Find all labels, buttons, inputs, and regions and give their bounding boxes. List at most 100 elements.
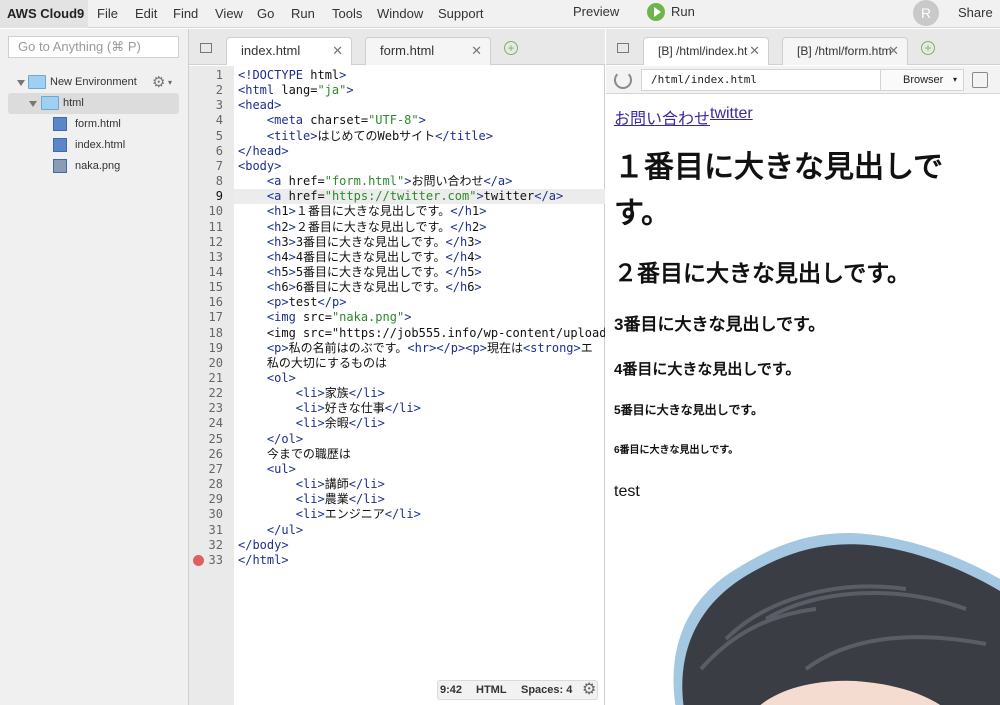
menu-run[interactable]: Run bbox=[291, 0, 315, 28]
chevron-down-icon[interactable] bbox=[29, 101, 37, 107]
line-number[interactable]: 11 bbox=[189, 220, 223, 235]
line-number[interactable]: 12 bbox=[189, 235, 223, 250]
pop-out-icon[interactable] bbox=[972, 72, 988, 88]
tree-item-form-html[interactable]: form.html bbox=[8, 114, 179, 135]
code-line[interactable]: 今までの職歴は bbox=[238, 447, 351, 462]
caret-down-icon[interactable]: ▾ bbox=[168, 72, 172, 93]
cursor-position[interactable]: 9:42 bbox=[440, 681, 462, 699]
code-line[interactable]: <li>好きな仕事</li> bbox=[238, 401, 421, 416]
code-line[interactable]: <h2>２番目に大きな見出しです。</h2> bbox=[238, 220, 487, 235]
menu-window[interactable]: Window bbox=[377, 0, 423, 28]
code-line[interactable]: </head> bbox=[238, 144, 289, 159]
tab-index-html[interactable]: index.html ✕ bbox=[226, 37, 352, 65]
code-line[interactable]: <head> bbox=[238, 98, 281, 113]
code-line[interactable]: <img src="https://job555.info/wp-content… bbox=[238, 326, 605, 341]
line-number[interactable]: 29 bbox=[189, 492, 223, 507]
line-number[interactable]: 15 bbox=[189, 280, 223, 295]
code-line[interactable]: <li>エンジニア</li> bbox=[238, 507, 421, 522]
code-line[interactable]: <html lang="ja"> bbox=[238, 83, 354, 98]
code-line[interactable]: <h4>4番目に大きな見出しです。</h4> bbox=[238, 250, 482, 265]
line-number[interactable]: 23 bbox=[189, 401, 223, 416]
line-number[interactable]: 7 bbox=[189, 159, 223, 174]
line-number[interactable]: 3 bbox=[189, 98, 223, 113]
go-to-anything-input[interactable]: Go to Anything (⌘ P) bbox=[8, 36, 179, 58]
line-number[interactable]: 10 bbox=[189, 204, 223, 219]
line-number[interactable]: 19 bbox=[189, 341, 223, 356]
line-number[interactable]: 30 bbox=[189, 507, 223, 522]
code-line[interactable]: <li>家族</li> bbox=[238, 386, 385, 401]
tree-item-index-html[interactable]: index.html bbox=[8, 135, 179, 156]
line-number[interactable]: 8 bbox=[189, 174, 223, 189]
line-number[interactable]: 6 bbox=[189, 144, 223, 159]
code-line[interactable]: <p>test</p> bbox=[238, 295, 347, 310]
line-number[interactable]: 14 bbox=[189, 265, 223, 280]
line-number[interactable]: 22 bbox=[189, 386, 223, 401]
code-line[interactable]: </ul> bbox=[238, 523, 303, 538]
line-number[interactable]: 32 bbox=[189, 538, 223, 553]
code-area[interactable]: <!DOCTYPE html> <html lang="ja"> <head> <m… bbox=[234, 66, 605, 705]
code-line[interactable]: <!DOCTYPE html> bbox=[238, 68, 346, 83]
menu-find[interactable]: Find bbox=[173, 0, 198, 28]
code-line[interactable]: <h3>3番目に大きな見出しです。</h3> bbox=[238, 235, 482, 250]
line-number[interactable]: 2 bbox=[189, 83, 223, 98]
code-line[interactable]: <li>農業</li> bbox=[238, 492, 385, 507]
code-line[interactable]: </body> bbox=[238, 538, 289, 553]
browser-dropdown[interactable]: Browser ▾ bbox=[880, 69, 964, 91]
reload-icon[interactable] bbox=[614, 71, 632, 89]
code-line[interactable]: 私の大切にするものは bbox=[238, 356, 387, 371]
code-line[interactable]: <title>はじめてのWebサイト</title> bbox=[238, 129, 493, 144]
menu-tools[interactable]: Tools bbox=[332, 0, 362, 28]
gear-icon[interactable]: ⚙ bbox=[152, 72, 165, 93]
code-line[interactable]: <h5>5番目に大きな見出しです。</h5> bbox=[238, 265, 482, 280]
code-line[interactable]: </ol> bbox=[238, 432, 303, 447]
language-mode[interactable]: HTML bbox=[476, 681, 507, 699]
code-line[interactable]: <ol> bbox=[238, 371, 296, 386]
add-tab-icon[interactable]: + bbox=[921, 41, 935, 55]
line-number[interactable]: 25 bbox=[189, 432, 223, 447]
link-twitter[interactable]: twitter bbox=[710, 105, 753, 123]
menu-view[interactable]: View bbox=[215, 0, 243, 28]
line-number[interactable]: 21 bbox=[189, 371, 223, 386]
app-brand[interactable]: AWS Cloud9 bbox=[0, 0, 88, 28]
tree-item-naka-png[interactable]: naka.png bbox=[8, 156, 179, 177]
code-line[interactable]: <ul> bbox=[238, 462, 296, 477]
line-number[interactable]: 20 bbox=[189, 356, 223, 371]
menu-support[interactable]: Support bbox=[438, 0, 484, 28]
code-line[interactable]: <a href="form.html">お問い合わせ</a> bbox=[238, 174, 512, 189]
preview-button[interactable]: Preview bbox=[573, 0, 619, 24]
line-number[interactable]: 16 bbox=[189, 295, 223, 310]
add-tab-icon[interactable]: + bbox=[504, 41, 518, 55]
line-number[interactable]: 27 bbox=[189, 462, 223, 477]
close-icon[interactable]: ✕ bbox=[749, 38, 760, 64]
tab-preview-index[interactable]: [B] /html/index.ht ✕ bbox=[643, 37, 769, 65]
link-contact[interactable]: お問い合わせ bbox=[614, 105, 710, 129]
tab-preview-form[interactable]: [B] /html/form.htm ✕ bbox=[782, 37, 908, 65]
gear-icon[interactable]: ⚙ bbox=[582, 681, 596, 698]
line-number[interactable]: 1 bbox=[189, 68, 223, 83]
line-number[interactable]: 4 bbox=[189, 113, 223, 128]
code-line[interactable]: <h6>6番目に大きな見出しです。</h6> bbox=[238, 280, 482, 295]
line-number[interactable]: 31 bbox=[189, 523, 223, 538]
menu-go[interactable]: Go bbox=[257, 0, 274, 28]
breakpoint-icon[interactable] bbox=[193, 554, 204, 566]
line-number[interactable]: 18 bbox=[189, 326, 223, 341]
code-line[interactable]: <meta charset="UTF-8"> bbox=[238, 113, 426, 128]
url-input[interactable]: /html/index.html bbox=[641, 69, 881, 91]
code-line[interactable]: <body> bbox=[238, 159, 281, 174]
line-number[interactable]: 17 bbox=[189, 310, 223, 325]
share-button[interactable]: Share bbox=[958, 0, 993, 26]
code-line[interactable]: <p>私の名前はのぶです。<hr></p><p>現在は<strong>エ bbox=[238, 341, 593, 356]
close-icon[interactable]: ✕ bbox=[888, 38, 899, 64]
code-line[interactable]: <li>余暇</li> bbox=[238, 416, 385, 431]
close-icon[interactable]: ✕ bbox=[471, 38, 482, 64]
panel-menu-icon[interactable] bbox=[617, 43, 629, 53]
tab-form-html[interactable]: form.html ✕ bbox=[365, 37, 491, 65]
close-icon[interactable]: ✕ bbox=[332, 38, 343, 64]
tree-item-html-folder[interactable]: html bbox=[8, 93, 179, 114]
avatar[interactable]: R bbox=[913, 0, 939, 26]
line-number[interactable]: 26 bbox=[189, 447, 223, 462]
line-number[interactable]: 13 bbox=[189, 250, 223, 265]
panel-menu-icon[interactable] bbox=[200, 43, 212, 53]
line-number[interactable]: 24 bbox=[189, 416, 223, 431]
line-number[interactable]: 9 bbox=[189, 189, 223, 204]
